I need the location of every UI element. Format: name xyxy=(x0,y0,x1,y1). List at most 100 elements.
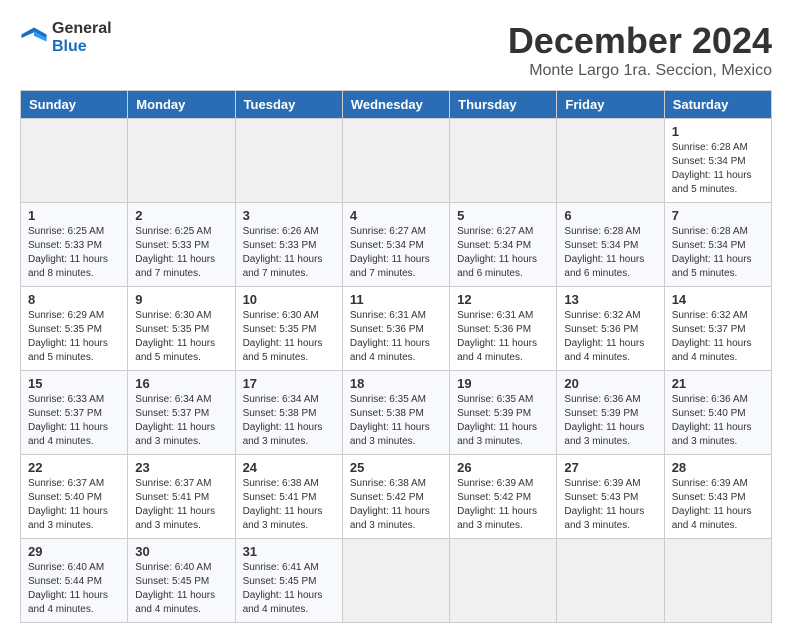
sunrise-label: Sunrise: 6:32 AM xyxy=(564,310,640,321)
sunrise-label: Sunrise: 6:25 AM xyxy=(135,226,211,237)
sunset-label: Sunset: 5:43 PM xyxy=(564,492,638,503)
daylight-label: Daylight: 11 hours and 3 minutes. xyxy=(243,506,323,531)
cell-info: Sunrise: 6:25 AM Sunset: 5:33 PM Dayligh… xyxy=(135,225,227,281)
cell-info: Sunrise: 6:34 AM Sunset: 5:38 PM Dayligh… xyxy=(243,393,335,449)
calendar-cell xyxy=(557,119,664,203)
sunset-label: Sunset: 5:45 PM xyxy=(135,576,209,587)
cell-info: Sunrise: 6:25 AM Sunset: 5:33 PM Dayligh… xyxy=(28,225,120,281)
logo-text: General Blue xyxy=(52,20,112,55)
day-number: 12 xyxy=(457,292,549,307)
sunrise-label: Sunrise: 6:36 AM xyxy=(672,394,748,405)
cell-info: Sunrise: 6:38 AM Sunset: 5:41 PM Dayligh… xyxy=(243,477,335,533)
day-number: 30 xyxy=(135,544,227,559)
calendar-cell: 25 Sunrise: 6:38 AM Sunset: 5:42 PM Dayl… xyxy=(342,455,449,539)
sunrise-label: Sunrise: 6:27 AM xyxy=(457,226,533,237)
sunset-label: Sunset: 5:38 PM xyxy=(350,408,424,419)
sunset-label: Sunset: 5:37 PM xyxy=(672,324,746,335)
cell-info: Sunrise: 6:38 AM Sunset: 5:42 PM Dayligh… xyxy=(350,477,442,533)
sunset-label: Sunset: 5:42 PM xyxy=(457,492,531,503)
sunrise-label: Sunrise: 6:34 AM xyxy=(243,394,319,405)
sunset-label: Sunset: 5:38 PM xyxy=(243,408,317,419)
header-wednesday: Wednesday xyxy=(342,91,449,119)
cell-info: Sunrise: 6:31 AM Sunset: 5:36 PM Dayligh… xyxy=(457,309,549,365)
calendar-cell: 6 Sunrise: 6:28 AM Sunset: 5:34 PM Dayli… xyxy=(557,203,664,287)
calendar-cell: 26 Sunrise: 6:39 AM Sunset: 5:42 PM Dayl… xyxy=(450,455,557,539)
daylight-label: Daylight: 11 hours and 6 minutes. xyxy=(457,254,537,279)
day-number: 14 xyxy=(672,292,764,307)
sunset-label: Sunset: 5:40 PM xyxy=(28,492,102,503)
header-friday: Friday xyxy=(557,91,664,119)
cell-info: Sunrise: 6:39 AM Sunset: 5:43 PM Dayligh… xyxy=(564,477,656,533)
cell-info: Sunrise: 6:41 AM Sunset: 5:45 PM Dayligh… xyxy=(243,561,335,617)
sunset-label: Sunset: 5:36 PM xyxy=(564,324,638,335)
sunrise-label: Sunrise: 6:38 AM xyxy=(243,478,319,489)
calendar-cell: 1 Sunrise: 6:28 AM Sunset: 5:34 PM Dayli… xyxy=(664,119,771,203)
sunset-label: Sunset: 5:34 PM xyxy=(350,240,424,251)
daylight-label: Daylight: 11 hours and 5 minutes. xyxy=(135,338,215,363)
sunset-label: Sunset: 5:43 PM xyxy=(672,492,746,503)
calendar-cell: 31 Sunrise: 6:41 AM Sunset: 5:45 PM Dayl… xyxy=(235,539,342,623)
cell-info: Sunrise: 6:33 AM Sunset: 5:37 PM Dayligh… xyxy=(28,393,120,449)
daylight-label: Daylight: 11 hours and 5 minutes. xyxy=(672,170,752,195)
daylight-label: Daylight: 11 hours and 6 minutes. xyxy=(564,254,644,279)
title-block: December 2024 Monte Largo 1ra. Seccion, … xyxy=(508,20,772,80)
calendar-cell: 20 Sunrise: 6:36 AM Sunset: 5:39 PM Dayl… xyxy=(557,371,664,455)
calendar-cell: 28 Sunrise: 6:39 AM Sunset: 5:43 PM Dayl… xyxy=(664,455,771,539)
daylight-label: Daylight: 11 hours and 3 minutes. xyxy=(564,506,644,531)
cell-info: Sunrise: 6:30 AM Sunset: 5:35 PM Dayligh… xyxy=(243,309,335,365)
daylight-label: Daylight: 11 hours and 5 minutes. xyxy=(243,338,323,363)
daylight-label: Daylight: 11 hours and 3 minutes. xyxy=(350,422,430,447)
day-number: 26 xyxy=(457,460,549,475)
sunset-label: Sunset: 5:34 PM xyxy=(457,240,531,251)
sunset-label: Sunset: 5:36 PM xyxy=(350,324,424,335)
day-number: 18 xyxy=(350,376,442,391)
cell-info: Sunrise: 6:40 AM Sunset: 5:44 PM Dayligh… xyxy=(28,561,120,617)
sunrise-label: Sunrise: 6:26 AM xyxy=(243,226,319,237)
calendar-cell: 12 Sunrise: 6:31 AM Sunset: 5:36 PM Dayl… xyxy=(450,287,557,371)
location-title: Monte Largo 1ra. Seccion, Mexico xyxy=(508,62,772,80)
cell-info: Sunrise: 6:37 AM Sunset: 5:40 PM Dayligh… xyxy=(28,477,120,533)
sunrise-label: Sunrise: 6:29 AM xyxy=(28,310,104,321)
header-sunday: Sunday xyxy=(21,91,128,119)
daylight-label: Daylight: 11 hours and 4 minutes. xyxy=(135,590,215,615)
sunset-label: Sunset: 5:45 PM xyxy=(243,576,317,587)
cell-info: Sunrise: 6:30 AM Sunset: 5:35 PM Dayligh… xyxy=(135,309,227,365)
calendar-week-row: 15 Sunrise: 6:33 AM Sunset: 5:37 PM Dayl… xyxy=(21,371,772,455)
daylight-label: Daylight: 11 hours and 4 minutes. xyxy=(672,338,752,363)
daylight-label: Daylight: 11 hours and 3 minutes. xyxy=(564,422,644,447)
day-number: 24 xyxy=(243,460,335,475)
daylight-label: Daylight: 11 hours and 3 minutes. xyxy=(350,506,430,531)
daylight-label: Daylight: 11 hours and 7 minutes. xyxy=(350,254,430,279)
day-number: 1 xyxy=(672,124,764,139)
sunrise-label: Sunrise: 6:30 AM xyxy=(135,310,211,321)
calendar-week-row: 8 Sunrise: 6:29 AM Sunset: 5:35 PM Dayli… xyxy=(21,287,772,371)
day-number: 23 xyxy=(135,460,227,475)
calendar-cell xyxy=(450,539,557,623)
sunrise-label: Sunrise: 6:31 AM xyxy=(350,310,426,321)
calendar-cell: 17 Sunrise: 6:34 AM Sunset: 5:38 PM Dayl… xyxy=(235,371,342,455)
calendar-cell: 16 Sunrise: 6:34 AM Sunset: 5:37 PM Dayl… xyxy=(128,371,235,455)
sunrise-label: Sunrise: 6:39 AM xyxy=(564,478,640,489)
day-number: 17 xyxy=(243,376,335,391)
cell-info: Sunrise: 6:28 AM Sunset: 5:34 PM Dayligh… xyxy=(564,225,656,281)
logo-general-text: General xyxy=(52,20,112,38)
calendar-cell: 23 Sunrise: 6:37 AM Sunset: 5:41 PM Dayl… xyxy=(128,455,235,539)
month-title: December 2024 xyxy=(508,20,772,62)
cell-info: Sunrise: 6:28 AM Sunset: 5:34 PM Dayligh… xyxy=(672,225,764,281)
calendar-header-row: SundayMondayTuesdayWednesdayThursdayFrid… xyxy=(21,91,772,119)
daylight-label: Daylight: 11 hours and 4 minutes. xyxy=(672,506,752,531)
calendar-cell xyxy=(342,119,449,203)
cell-info: Sunrise: 6:27 AM Sunset: 5:34 PM Dayligh… xyxy=(457,225,549,281)
daylight-label: Daylight: 11 hours and 3 minutes. xyxy=(672,422,752,447)
calendar-cell: 22 Sunrise: 6:37 AM Sunset: 5:40 PM Dayl… xyxy=(21,455,128,539)
calendar-cell: 29 Sunrise: 6:40 AM Sunset: 5:44 PM Dayl… xyxy=(21,539,128,623)
sunrise-label: Sunrise: 6:35 AM xyxy=(350,394,426,405)
cell-info: Sunrise: 6:36 AM Sunset: 5:39 PM Dayligh… xyxy=(564,393,656,449)
sunset-label: Sunset: 5:35 PM xyxy=(28,324,102,335)
day-number: 9 xyxy=(135,292,227,307)
day-number: 6 xyxy=(564,208,656,223)
sunset-label: Sunset: 5:35 PM xyxy=(135,324,209,335)
sunset-label: Sunset: 5:36 PM xyxy=(457,324,531,335)
cell-info: Sunrise: 6:37 AM Sunset: 5:41 PM Dayligh… xyxy=(135,477,227,533)
sunset-label: Sunset: 5:34 PM xyxy=(672,156,746,167)
